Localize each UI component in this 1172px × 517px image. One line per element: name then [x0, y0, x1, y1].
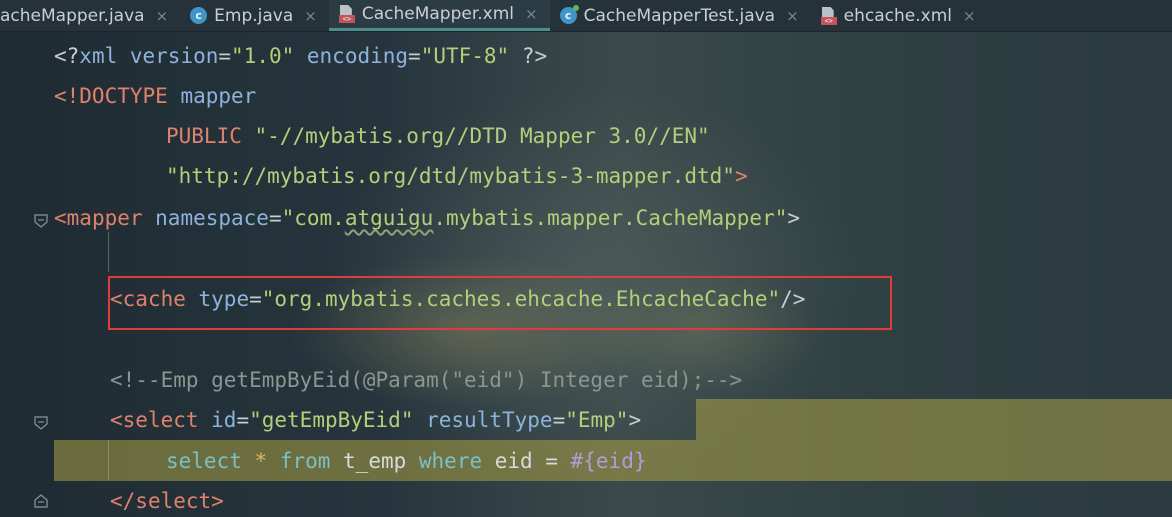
code-token: mapper — [180, 84, 257, 108]
code-editor[interactable]: <?xml version="1.0" encoding="UTF-8" ?> … — [0, 32, 1172, 517]
code-token: < — [110, 408, 123, 432]
code-token: eid — [494, 449, 546, 473]
code-token: select — [135, 489, 212, 513]
code-token: > — [628, 408, 642, 432]
code-token: </ — [110, 489, 136, 513]
annotation-highlight-box — [108, 276, 892, 330]
java-test-class-icon: c — [559, 5, 579, 24]
tab-label: ehcache.xml — [843, 5, 952, 26]
tab-cachemapper-java[interactable]: acheMapper.java × — [0, 0, 180, 31]
code-token: namespace — [142, 206, 269, 230]
code-token: = — [236, 408, 250, 432]
code-token: mapper — [66, 206, 143, 230]
code-token: = — [545, 449, 571, 473]
code-line-system-id: "http://mybatis.org/dtd/mybatis-3-mapper… — [166, 156, 748, 196]
code-token: ?> — [509, 44, 548, 68]
close-icon[interactable]: × — [525, 5, 538, 23]
code-token: select — [122, 408, 199, 432]
tab-label: CacheMapper.xml — [361, 4, 515, 24]
fold-marker-icon[interactable] — [34, 416, 48, 430]
fold-marker-icon[interactable] — [34, 214, 48, 228]
code-token: .mybatis.mapper.CacheMapper" — [433, 206, 788, 230]
code-token: <? — [54, 44, 80, 68]
code-token: = — [552, 408, 566, 432]
code-token: #{eid} — [570, 449, 647, 473]
tab-label: acheMapper.java — [0, 5, 145, 26]
code-token: id — [198, 408, 237, 432]
code-line-xml-declaration: <?xml version="1.0" encoding="UTF-8" ?> — [54, 36, 547, 76]
code-line-sql: select * from t_emp where eid = #{eid} — [166, 441, 646, 481]
code-token: = — [268, 206, 282, 230]
tab-emp-java[interactable]: c Emp.java × — [180, 0, 329, 31]
code-token: = — [408, 44, 421, 68]
code-token: "Emp" — [565, 408, 629, 432]
code-token: resultType — [413, 408, 553, 432]
code-token: > — [787, 206, 801, 230]
code-token: t_emp — [343, 449, 419, 473]
code-token: select — [166, 449, 255, 473]
xml-file-icon: <> — [820, 6, 837, 25]
code-line-select-close: </select> — [110, 481, 224, 517]
java-class-icon: c — [190, 7, 208, 24]
code-token: "UTF-8" — [420, 44, 510, 68]
indent-guide — [108, 440, 109, 480]
code-token: <!DOCTYPE — [54, 84, 181, 108]
ide-window: acheMapper.java × c Emp.java × <> CacheM… — [0, 0, 1172, 517]
code-token: encoding — [294, 44, 409, 68]
tab-ehcache-xml[interactable]: <> ehcache.xml × — [811, 0, 988, 31]
code-line-doctype: <!DOCTYPE mapper — [54, 76, 256, 116]
code-token: = — [218, 44, 232, 68]
code-token: PUBLIC — [166, 124, 255, 148]
code-token: from — [267, 449, 344, 473]
tab-label: CacheMapperTest.java — [583, 5, 776, 26]
code-token: * — [254, 449, 268, 473]
editor-tab-bar: acheMapper.java × c Emp.java × <> CacheM… — [0, 0, 1172, 32]
line-highlight — [696, 399, 1172, 440]
code-token: "-//mybatis.org//DTD Mapper 3.0//EN" — [254, 124, 710, 148]
code-token: "1.0" — [231, 44, 295, 68]
close-icon[interactable]: × — [156, 7, 169, 25]
tab-cachemappertest-java[interactable]: c CacheMapperTest.java × — [550, 0, 811, 31]
tab-label: Emp.java — [214, 5, 294, 26]
code-line-select-open: <select id="getEmpByEid" resultType="Emp… — [110, 400, 641, 440]
xml-file-icon: <> — [338, 5, 355, 23]
code-line-comment: <!--Emp getEmpByEid(@Param("eid") Intege… — [110, 360, 742, 400]
code-token: xml version — [79, 44, 219, 68]
code-token-spellcheck: atguigu — [344, 206, 434, 230]
code-line-public-id: PUBLIC "-//mybatis.org//DTD Mapper 3.0//… — [166, 116, 710, 156]
close-icon[interactable]: × — [963, 7, 976, 25]
code-token: "getEmpByEid" — [249, 408, 414, 432]
code-token: > — [211, 489, 224, 513]
fold-marker-icon[interactable] — [34, 494, 48, 508]
code-token: "com. — [281, 206, 345, 230]
code-token: where — [418, 449, 495, 473]
indent-guide — [108, 232, 109, 272]
code-token: < — [54, 206, 67, 230]
code-token: <!--Emp getEmpByEid(@Param("eid") Intege… — [110, 368, 743, 392]
code-token: "http://mybatis.org/dtd/mybatis-3-mapper… — [166, 164, 735, 188]
close-icon[interactable]: × — [304, 7, 317, 25]
code-token: > — [734, 164, 748, 188]
code-line-mapper-open: <mapper namespace="com.atguigu.mybatis.m… — [54, 198, 800, 238]
close-icon[interactable]: × — [786, 7, 799, 25]
tab-cachemapper-xml[interactable]: <> CacheMapper.xml × — [328, 0, 550, 31]
